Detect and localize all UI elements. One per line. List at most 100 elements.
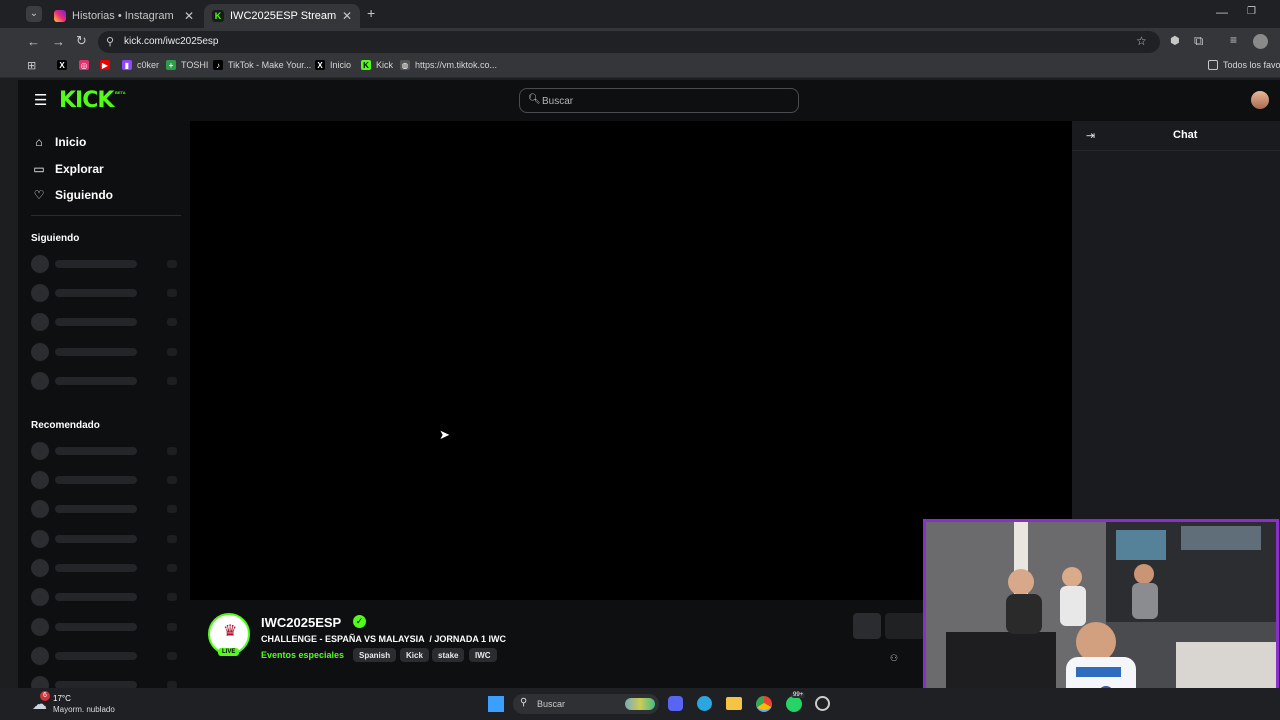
skeleton-item [31, 313, 181, 331]
whatsapp-icon[interactable] [786, 696, 802, 712]
bookmark-star-icon[interactable]: ☆ [1136, 34, 1147, 48]
beta-badge: BETA [115, 90, 126, 95]
nav-inicio[interactable]: ⌂ Inicio [32, 132, 86, 152]
stream-category-link[interactable]: Eventos especiales [261, 650, 344, 660]
url-text: kick.com/iwc2025esp [124, 36, 219, 47]
file-explorer-icon[interactable] [726, 697, 742, 710]
windows-start-icon[interactable] [488, 696, 504, 712]
skeleton-item [31, 559, 181, 577]
twitch-icon: ▮ [122, 60, 132, 70]
app-icon[interactable] [815, 696, 830, 711]
skeleton-item [31, 442, 181, 460]
nav-siguiendo[interactable]: ♡ Siguiendo [32, 185, 113, 205]
skeleton-item [31, 372, 181, 390]
taskbar-search-input[interactable]: Buscar [537, 699, 565, 709]
channel-name[interactable]: IWC2025ESP [261, 615, 341, 630]
instagram-icon [54, 10, 66, 22]
address-bar[interactable]: ⚲ kick.com/iwc2025esp ☆ [98, 31, 1160, 53]
bookmark-tiktok[interactable]: ♪ TikTok - Make Your... [213, 60, 311, 70]
tab-search-chevron-icon[interactable]: ⌄ [26, 6, 42, 22]
tab-title: IWC2025ESP Stream - Watch Li [230, 10, 336, 22]
skeleton-item [31, 255, 181, 273]
verified-badge-icon: ✓ [353, 615, 366, 628]
site-info-icon[interactable]: ⚲ [106, 35, 114, 48]
bookmark-youtube[interactable]: ▶ [100, 60, 115, 70]
weather-temp: 17°C [53, 694, 71, 703]
folder-icon [1208, 60, 1218, 70]
weather-description: Mayorm. nublado [53, 705, 115, 714]
tag-stake[interactable]: stake [432, 648, 465, 662]
section-recommended-title: Recomendado [31, 420, 100, 431]
tab-instagram[interactable]: Historias • Instagram ✕ [46, 4, 202, 28]
skeleton-item [31, 471, 181, 489]
bookmark-toshi[interactable]: + TOSHI [166, 60, 208, 70]
profile-avatar-icon[interactable] [1253, 34, 1268, 49]
skeleton-item [31, 343, 181, 361]
tag-iwc[interactable]: IWC [469, 648, 497, 662]
x-icon: X [57, 60, 67, 70]
heart-icon: ♡ [33, 188, 45, 202]
tab-kick-stream[interactable]: K IWC2025ESP Stream - Watch Li ✕ [204, 4, 360, 28]
bookmark-instagram[interactable]: ◎ [79, 60, 94, 70]
tag-spanish[interactable]: Spanish [353, 648, 397, 662]
apps-grid-icon[interactable]: ⊞ [27, 59, 36, 72]
skeleton-item [31, 284, 181, 302]
mouse-cursor-icon: ➤ [439, 427, 450, 442]
reload-icon[interactable]: ↻ [76, 33, 87, 49]
extensions-puzzle-icon[interactable]: ⧉ [1194, 33, 1203, 49]
search-input[interactable]: Buscar [542, 96, 573, 107]
minimize-icon[interactable]: — [1216, 5, 1228, 19]
media-control-icon[interactable]: ≡ [1230, 33, 1237, 47]
bookmark-c0ker[interactable]: ▮ c0ker [122, 60, 159, 70]
all-bookmarks-folder[interactable]: Todos los favoritos [1208, 60, 1280, 70]
user-avatar[interactable] [1251, 91, 1269, 109]
search-box[interactable]: 🔍︎ Buscar [519, 88, 799, 113]
menu-hamburger-icon[interactable]: ☰ [34, 91, 47, 109]
follow-button-skeleton[interactable] [853, 613, 881, 639]
collapse-chat-icon[interactable]: ⇥ [1086, 129, 1095, 142]
restore-icon[interactable]: ❐ [1247, 6, 1256, 17]
back-icon[interactable]: ← [27, 34, 40, 49]
kick-logo[interactable]: KICK [59, 88, 114, 113]
taskbar-search-box[interactable]: ⚲ Buscar [513, 694, 659, 714]
site-header: ☰ KICK BETA 🔍︎ Buscar [18, 80, 1280, 121]
webcam-scene [926, 522, 1276, 714]
bookmark-tiktok-link[interactable]: ◍ https://vm.tiktok.co... [400, 60, 497, 70]
search-icon: ⚲ [520, 697, 528, 708]
skeleton-item [31, 588, 181, 606]
close-icon[interactable]: ✕ [184, 9, 194, 23]
browser-tab-bar: ⌄ Historias • Instagram ✕ K IWC2025ESP S… [0, 0, 1280, 28]
skeleton-item [31, 618, 181, 636]
bookmark-kick[interactable]: K Kick [361, 60, 393, 70]
chat-header: ⇥ Chat [1072, 121, 1280, 151]
x-icon: X [315, 60, 325, 70]
toshi-icon: + [166, 60, 176, 70]
instagram-icon: ◎ [79, 60, 89, 70]
compass-icon: ▭ [33, 162, 45, 176]
whatsapp-badge: 99+ [791, 692, 806, 698]
sidebar-divider [31, 215, 181, 216]
close-icon[interactable]: ✕ [342, 9, 352, 23]
search-highlight-icon [625, 698, 655, 710]
chrome-icon[interactable] [756, 696, 772, 712]
subscribe-button-skeleton[interactable] [885, 613, 925, 639]
new-tab-plus-icon[interactable]: + [367, 5, 375, 21]
bookmark-x[interactable]: X [57, 60, 72, 70]
bookmark-inicio[interactable]: X Inicio [315, 60, 351, 70]
extension-shield-icon[interactable]: ⬢ [1170, 34, 1180, 47]
nav-explorar[interactable]: ▭ Explorar [32, 159, 103, 179]
globe-icon: ◍ [400, 60, 410, 70]
telegram-icon[interactable] [697, 696, 712, 711]
chat-title: Chat [1173, 129, 1198, 141]
search-icon: 🔍︎ [528, 94, 541, 105]
forward-icon[interactable]: → [52, 34, 65, 49]
discord-icon[interactable] [668, 696, 683, 711]
tag-kick[interactable]: Kick [400, 648, 429, 662]
browser-toolbar: ← → ↻ ⚲ kick.com/iwc2025esp ☆ ⬢ ⧉ ≡ [0, 28, 1280, 56]
home-icon: ⌂ [35, 135, 43, 149]
section-following-title: Siguiendo [31, 233, 80, 244]
kick-favicon-icon: K [212, 10, 224, 22]
kick-icon: K [361, 60, 371, 70]
windows-taskbar: ☁ 6 17°C Mayorm. nublado ⚲ Buscar 99+ [0, 688, 1280, 720]
weather-badge: 6 [40, 691, 50, 701]
